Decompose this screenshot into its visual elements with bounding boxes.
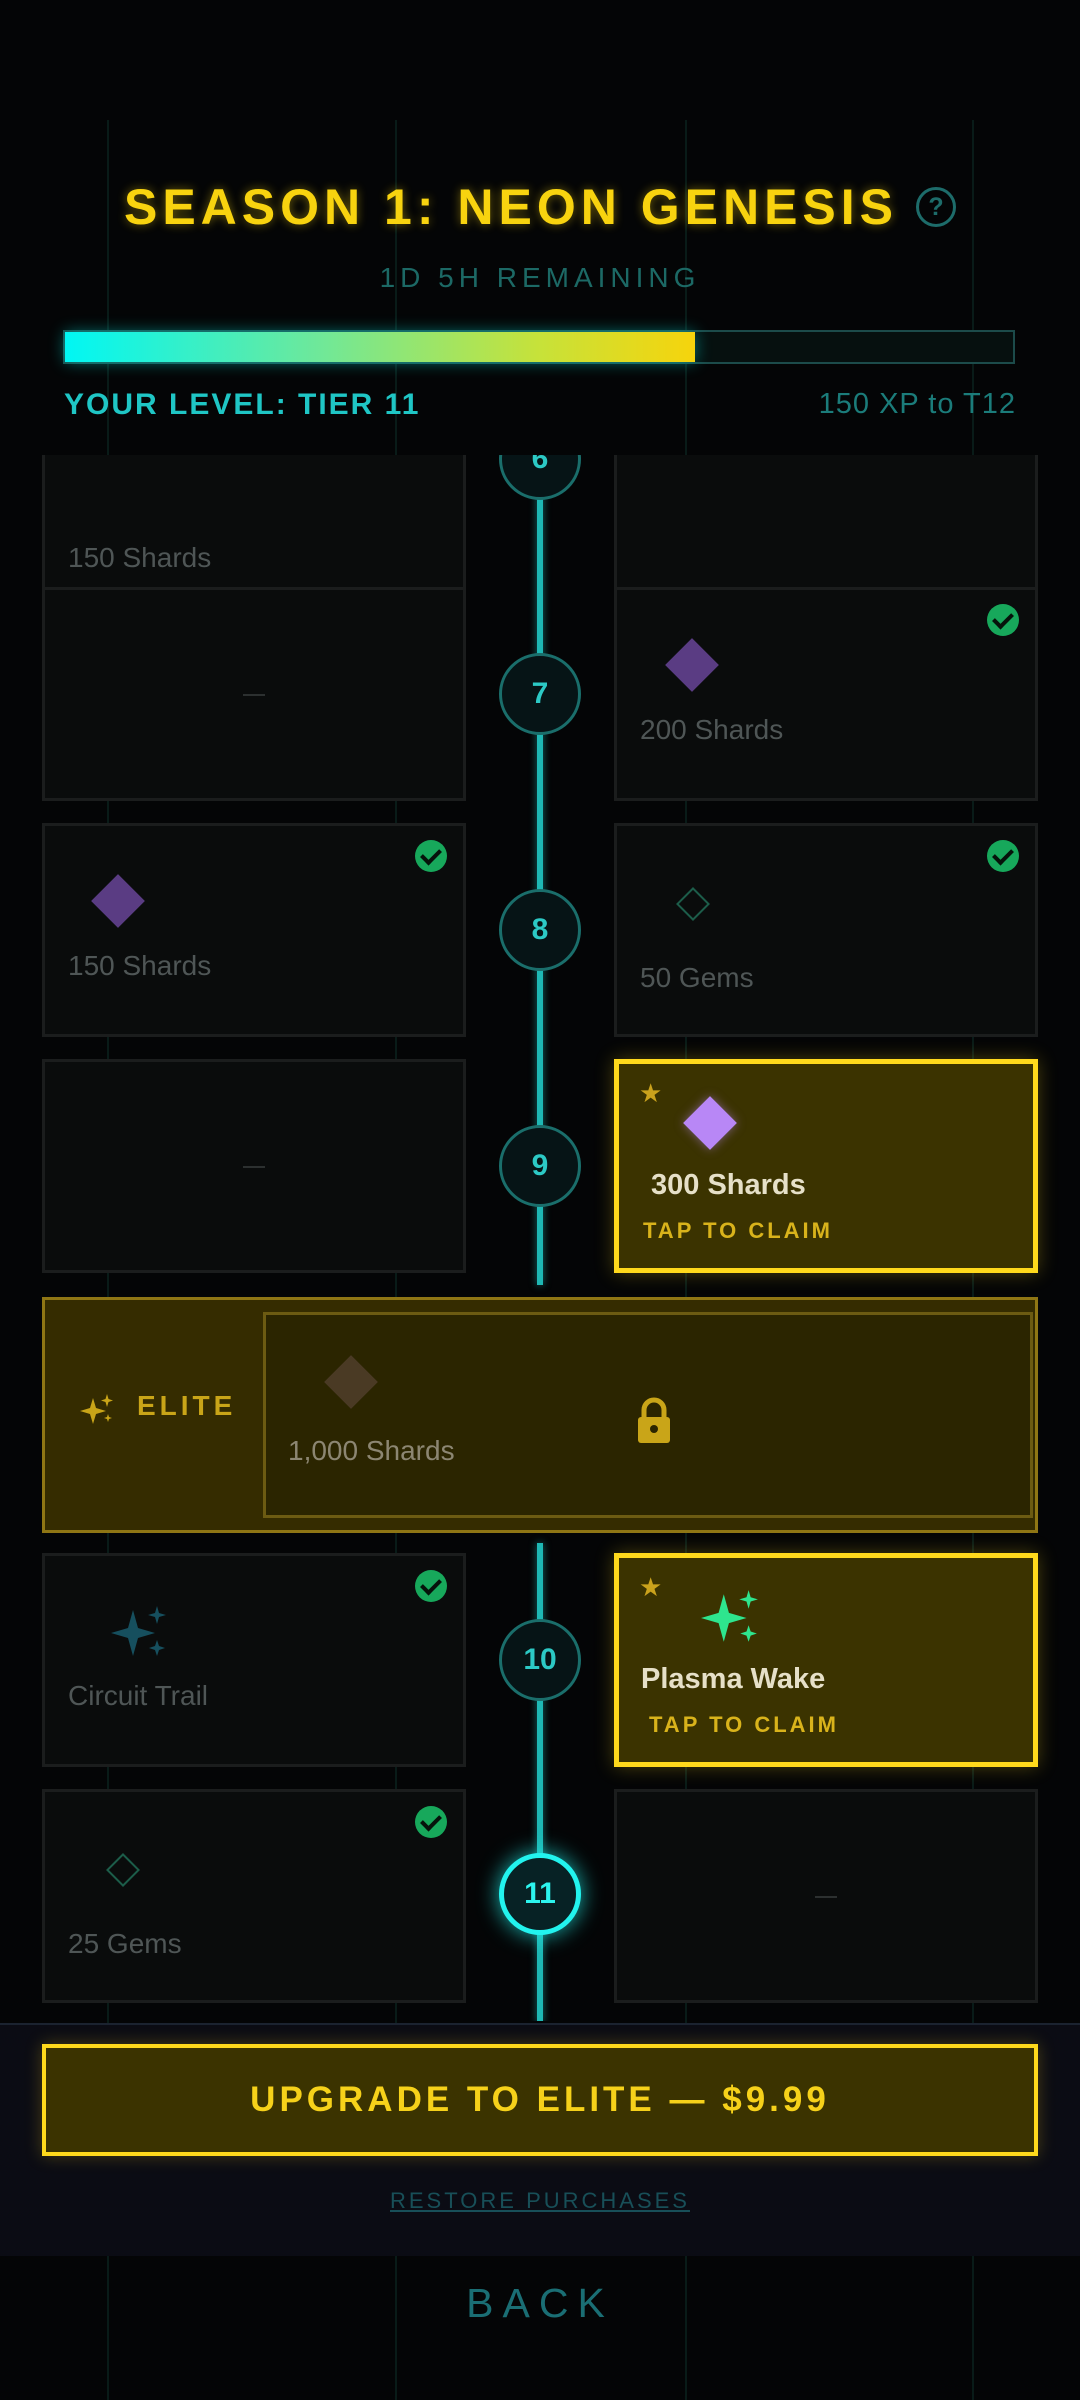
premium-star-icon: ★: [639, 1572, 663, 1602]
tier-node: 8: [499, 889, 581, 971]
gem-icon: [676, 887, 710, 921]
shard-icon: [324, 1355, 378, 1409]
tier-node: 7: [499, 653, 581, 735]
current-level-label: YOUR LEVEL: TIER 11: [64, 388, 421, 421]
track-spine: [537, 1543, 543, 2021]
back-button[interactable]: BACK: [0, 2280, 1080, 2327]
shard-icon: [91, 874, 145, 928]
sparkle-trail-icon: [111, 1606, 166, 1656]
season-time-remaining: 1D 5H REMAINING: [379, 262, 701, 293]
reward-name: 50 Gems: [640, 962, 754, 993]
reward-card-free[interactable]: 150 Shards: [42, 823, 466, 1037]
xp-to-next-tier: 150 XP to T12: [818, 388, 1016, 420]
season-title: SEASON 1: NEON GENESIS: [123, 179, 899, 235]
shard-icon: [683, 1096, 737, 1150]
tap-to-claim-label: TAP TO CLAIM: [649, 1712, 839, 1737]
reward-track[interactable]: 150 Shards 6 200 Shards 7 150 Shards 50 …: [0, 455, 1080, 2021]
elite-tier-row[interactable]: ELITE 1,000 Shards: [42, 1297, 1038, 1533]
reward-name: 150 Shards: [68, 950, 212, 981]
help-icon[interactable]: ?: [916, 187, 957, 227]
tier-node: 9: [499, 1125, 581, 1207]
tap-to-claim-label: TAP TO CLAIM: [643, 1218, 833, 1243]
claimed-check-icon: [415, 1806, 447, 1838]
gem-icon: [106, 1853, 140, 1887]
reward-name: 150 Shards: [68, 542, 212, 573]
empty-dash: [243, 1166, 265, 1168]
elite-label: ELITE: [137, 1390, 237, 1421]
tier-node-current: 11: [499, 1853, 581, 1935]
claimed-check-icon: [415, 840, 447, 872]
restore-purchases-link[interactable]: RESTORE PURCHASES: [0, 2188, 1080, 2214]
elite-reward-card[interactable]: 1,000 Shards: [263, 1312, 1033, 1518]
reward-card-empty: [42, 587, 466, 801]
reward-card-premium[interactable]: 50 Gems: [614, 823, 1038, 1037]
xp-progress-fill: [65, 332, 696, 362]
reward-card-free[interactable]: 25 Gems: [42, 1789, 466, 2003]
upgrade-elite-button[interactable]: UPGRADE TO ELITE — $9.99: [42, 2044, 1038, 2156]
reward-name: 25 Gems: [68, 1928, 182, 1959]
xp-progress-bar: [63, 330, 1015, 364]
claimed-check-icon: [987, 604, 1019, 636]
tier-node: 6: [499, 455, 581, 500]
reward-name: Plasma Wake: [641, 1663, 826, 1695]
empty-dash: [815, 1896, 837, 1898]
empty-dash: [243, 694, 265, 696]
premium-star-icon: ★: [639, 1078, 663, 1108]
tier-node: 10: [499, 1619, 581, 1701]
reward-name: 300 Shards: [651, 1169, 806, 1201]
claimed-check-icon: [987, 840, 1019, 872]
reward-card-free[interactable]: Circuit Trail: [42, 1553, 466, 1767]
reward-card-claimable[interactable]: ★ Plasma Wake TAP TO CLAIM: [614, 1553, 1038, 1767]
reward-card-empty: [42, 1059, 466, 1273]
sparkle-icon: [701, 1590, 758, 1642]
header-title-row: SEASON 1: NEON GENESIS?: [0, 178, 1080, 236]
reward-name: Circuit Trail: [68, 1680, 209, 1711]
lock-icon: [638, 1397, 670, 1443]
reward-name: 200 Shards: [640, 714, 784, 745]
claimed-check-icon: [415, 1570, 447, 1602]
reward-card-premium[interactable]: 200 Shards: [614, 587, 1038, 801]
shard-icon: [665, 638, 719, 692]
reward-name: 1,000 Shards: [288, 1435, 455, 1466]
sparkle-icon: [80, 1394, 113, 1424]
reward-card-empty: [614, 1789, 1038, 2003]
reward-card-claimable[interactable]: ★ 300 Shards TAP TO CLAIM: [614, 1059, 1038, 1273]
